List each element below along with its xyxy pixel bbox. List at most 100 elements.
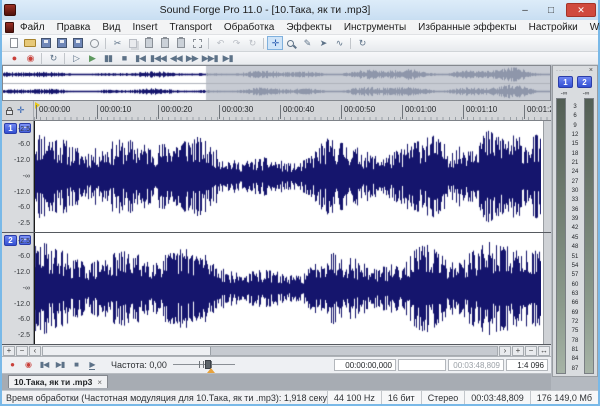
time-ruler[interactable]: 00:00:0000:00:1000:00:2000:00:3000:00:40… <box>34 101 551 120</box>
next-marker-button[interactable]: ▶▶▮ <box>200 53 220 64</box>
selection-length-field[interactable] <box>398 359 446 371</box>
channel-2-waveform[interactable] <box>34 233 543 344</box>
file-tab[interactable]: 10.Така, як ти .mp3 × <box>8 375 108 388</box>
pencil-tool-button[interactable]: ✎ <box>299 36 315 50</box>
redo-button[interactable]: ↷ <box>228 36 244 50</box>
total-length-field[interactable]: 00:03:48,809 <box>448 359 504 371</box>
mini-record-button[interactable]: ● <box>5 359 19 372</box>
meter-channel-1-button[interactable]: 1 <box>558 76 573 88</box>
extract-audio-button[interactable] <box>86 36 102 50</box>
menu-item-10[interactable]: Window <box>584 22 600 33</box>
edit-tool-button[interactable]: ✛ <box>267 36 283 50</box>
meters-close-icon[interactable]: × <box>589 68 594 74</box>
go-to-start-button[interactable]: ▮◀ <box>132 53 148 64</box>
rewind-button[interactable]: ◀◀ <box>168 53 184 64</box>
save-all-button[interactable] <box>70 36 86 50</box>
menu-item-8[interactable]: Избранные эффекты <box>412 22 522 33</box>
channel-1-waveform[interactable] <box>34 121 543 232</box>
go-to-end-button[interactable]: ▶▮ <box>220 53 236 64</box>
horizontal-scrollbar[interactable] <box>42 346 498 356</box>
envelope-tool-button[interactable]: ∿ <box>331 36 347 50</box>
forward-button[interactable]: ▶▶ <box>184 53 200 64</box>
zoom-in-button[interactable]: + <box>512 346 524 356</box>
meter-2-peak-label: -∞ <box>583 90 590 97</box>
zoom-fit-button[interactable]: ↔ <box>538 346 550 356</box>
paste-button[interactable] <box>141 36 157 50</box>
zoom-out-time-button[interactable]: − <box>16 346 28 356</box>
refresh-button[interactable]: ↻ <box>354 36 370 50</box>
close-button[interactable]: ✕ <box>566 3 596 17</box>
menu-item-5[interactable]: Обработка <box>218 22 280 33</box>
db-label: -6.0 <box>18 254 30 260</box>
rewind-icon: ◀◀ <box>170 54 182 63</box>
paste-special-button[interactable] <box>157 36 173 50</box>
trim-crop-button[interactable] <box>189 36 205 50</box>
menu-item-0[interactable]: Файл <box>14 22 51 33</box>
smart-tool-button[interactable]: ➤ <box>315 36 331 50</box>
record-button[interactable]: ● <box>6 53 22 64</box>
menu-item-1[interactable]: Правка <box>51 22 97 33</box>
meter-tick-label: 54 <box>572 263 579 269</box>
overview-bar[interactable] <box>2 65 551 101</box>
meter-tick-label: 78 <box>572 338 579 344</box>
lock-icon[interactable] <box>6 110 13 115</box>
menu-item-7[interactable]: Инструменты <box>338 22 412 33</box>
title-bar[interactable]: Sound Forge Pro 11.0 - [10.Така, як ти .… <box>2 0 598 20</box>
scroll-right-button[interactable]: › <box>499 346 511 356</box>
edit-tool-icon[interactable]: ✛ <box>17 106 25 115</box>
scrollbar-thumb[interactable] <box>43 347 211 355</box>
ruler-tick: 00:00:00 <box>36 105 70 119</box>
cursor-position-field[interactable]: 00:00:00,000 <box>334 359 396 371</box>
play-button[interactable]: ▶ <box>84 53 100 64</box>
menu-item-6[interactable]: Эффекты <box>280 22 337 33</box>
repeat-button[interactable]: ↻ <box>244 36 260 50</box>
new-file-button[interactable] <box>6 36 22 50</box>
zoom-in-time-button[interactable]: + <box>3 346 15 356</box>
open-file-button[interactable] <box>22 36 38 50</box>
overview-waveform[interactable] <box>3 66 550 100</box>
minimize-button[interactable]: – <box>514 3 536 17</box>
maximize-button[interactable]: □ <box>540 3 562 17</box>
channel-2-button[interactable]: 2 <box>4 235 17 246</box>
menu-item-3[interactable]: Insert <box>126 22 163 33</box>
scroll-left-button[interactable]: ‹ <box>29 346 41 356</box>
channel-1-button[interactable]: 1 <box>4 123 17 134</box>
loop-playback-button[interactable]: ↻ <box>45 53 61 64</box>
horizontal-scroll-row: +−‹ ›+−↔ <box>2 345 551 357</box>
mini-record-remote-button[interactable]: ◉ <box>21 359 35 372</box>
previous-marker-button[interactable]: ▮◀◀ <box>148 53 168 64</box>
meter-tick-label: 42 <box>572 225 579 231</box>
vertical-scrollbar[interactable] <box>543 233 551 344</box>
save-as-button[interactable] <box>54 36 70 50</box>
vertical-scrollbar[interactable] <box>543 121 551 232</box>
paste-special-icon <box>161 38 169 48</box>
menu-item-4[interactable]: Transport <box>163 22 217 33</box>
undo-button[interactable]: ↶ <box>212 36 228 50</box>
meters-drag-handle[interactable]: ······ × <box>553 66 597 75</box>
stop-button[interactable]: ■ <box>116 53 132 64</box>
zoom-ratio-field[interactable]: 1:4 096 <box>506 359 548 371</box>
zoom-out-button[interactable]: − <box>525 346 537 356</box>
magnify-tool-button[interactable] <box>283 36 299 50</box>
mini-play-normal-button[interactable]: ▶ <box>85 359 99 372</box>
ruler-tick: 00:00:20 <box>158 105 192 119</box>
meter-tick-label: 45 <box>572 235 579 241</box>
record-remote-button[interactable]: ◉ <box>22 53 38 64</box>
mini-stop-button[interactable]: ■ <box>69 359 83 372</box>
mini-go-to-start-button[interactable]: ▮◀ <box>37 359 51 372</box>
play-all-button[interactable]: ▷ <box>68 53 84 64</box>
channel-1-gutter: 1 − -2.5-6.0-12.0-∞-12.0-6.0-2.5 <box>2 121 34 232</box>
pause-button[interactable]: ▮▮ <box>100 53 116 64</box>
next-marker-icon: ▶▶▮ <box>202 54 218 63</box>
go-to-start-icon: ▮◀ <box>135 54 145 63</box>
menu-item-2[interactable]: Вид <box>96 22 126 33</box>
cut-button[interactable]: ✂ <box>109 36 125 50</box>
frequency-slider[interactable] <box>173 359 235 372</box>
save-file-button[interactable] <box>38 36 54 50</box>
paste-to-new-button[interactable] <box>173 36 189 50</box>
copy-button[interactable] <box>125 36 141 50</box>
meter-channel-2-button[interactable]: 2 <box>577 76 592 88</box>
mini-go-to-end-button[interactable]: ▶▮ <box>53 359 67 372</box>
tab-close-icon[interactable]: × <box>97 378 102 387</box>
menu-item-9[interactable]: Настройки <box>523 22 584 33</box>
